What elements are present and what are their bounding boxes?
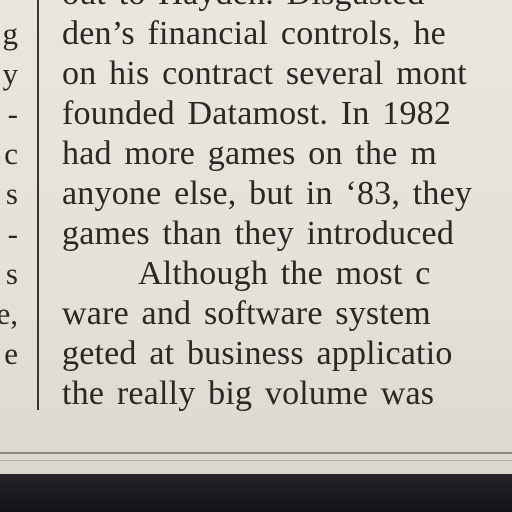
- text-line: geted at business applicatio: [62, 335, 453, 372]
- page-bottom-rule-thin: [0, 460, 512, 461]
- left-column: g y - c s - s e, e: [0, 0, 20, 420]
- text-line: anyone else, but in ‘83, they: [62, 175, 473, 212]
- text-line: games than they introduced: [62, 215, 455, 252]
- text-line: on his contract several mont: [62, 55, 467, 92]
- magazine-page: g y - c s - s e, e out to Hayden. Disgus…: [0, 0, 512, 474]
- left-column-fragment: e: [4, 336, 18, 371]
- text-line: had more games on the m: [62, 135, 437, 172]
- paragraph-start-line: Although the most c: [138, 255, 431, 292]
- left-column-fragment: g: [2, 16, 19, 51]
- text-line: den’s financial controls, he: [62, 15, 446, 52]
- right-column: out to Hayden. Disgusted den’s financial…: [62, 0, 512, 420]
- page-bottom-rule: [0, 452, 512, 454]
- left-column-fragment: y: [2, 56, 19, 91]
- left-column-fragment: e,: [0, 296, 18, 331]
- text-line: the really big volume was: [62, 375, 435, 412]
- text-line: founded Datamost. In 1982: [62, 95, 452, 132]
- left-column-fragment: s: [5, 176, 18, 211]
- left-column-fragment: s: [5, 256, 18, 291]
- left-column-fragment: -: [7, 96, 18, 131]
- page-edge-shadow: [0, 474, 512, 512]
- text-line: ware and software system: [62, 295, 431, 332]
- left-column-fragment: c: [4, 136, 18, 171]
- column-divider: [37, 0, 39, 410]
- left-column-fragment: -: [7, 216, 18, 251]
- text-line: out to Hayden. Disgusted: [62, 0, 424, 14]
